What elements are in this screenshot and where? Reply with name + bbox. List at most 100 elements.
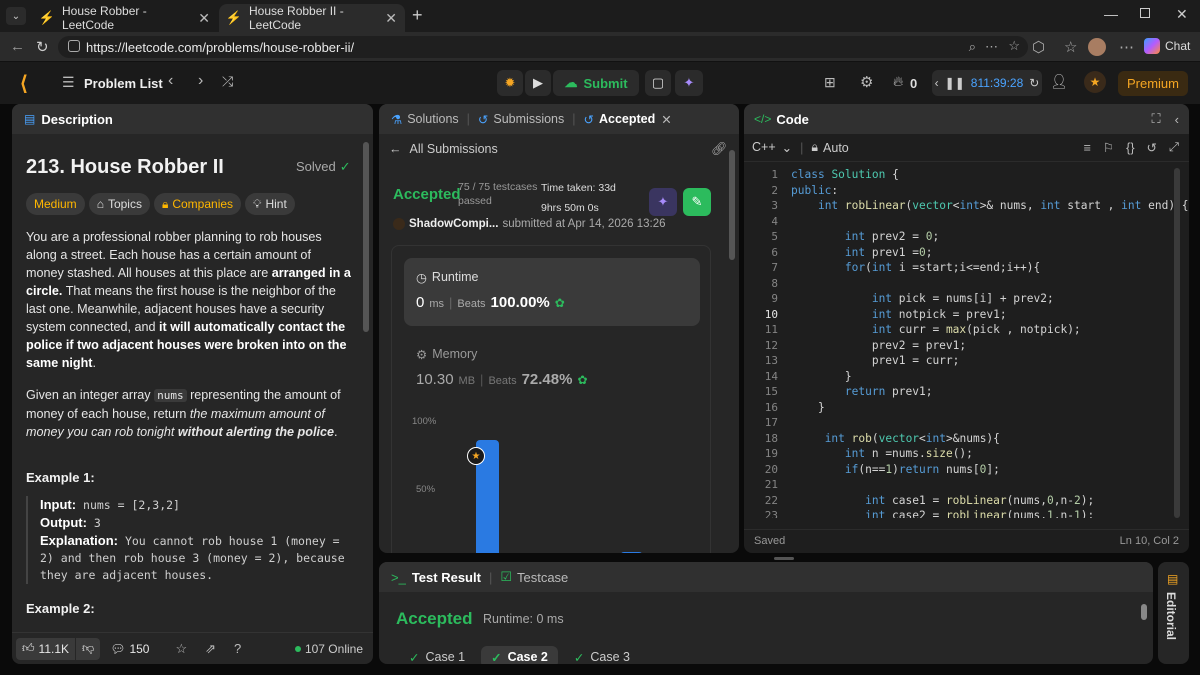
submissions-scrollbar[interactable] bbox=[729, 150, 735, 260]
code-line[interactable]: int rob(vector<int>&nums){ bbox=[791, 432, 1000, 448]
maximize-button[interactable] bbox=[1140, 8, 1150, 18]
close-tab-icon[interactable]: ✕ bbox=[385, 10, 397, 27]
close-window-button[interactable]: ✕ bbox=[1176, 6, 1188, 23]
code-line[interactable]: return prev1; bbox=[791, 385, 933, 401]
code-line[interactable]: int pick = nums[i] + prev2; bbox=[791, 292, 1054, 308]
profile-avatar[interactable] bbox=[1088, 38, 1106, 56]
browser-tab-house-robber[interactable]: ⚡ House Robber - LeetCode ✕ bbox=[32, 4, 218, 32]
timer-back-icon[interactable]: ‹ bbox=[935, 76, 939, 90]
add-user-icon[interactable]: 👤︎ bbox=[1050, 73, 1068, 90]
close-tab-icon[interactable]: ✕ bbox=[661, 112, 671, 127]
ai-assist-button[interactable]: ✦ bbox=[675, 70, 703, 96]
braces-icon[interactable]: {} bbox=[1126, 141, 1134, 155]
autocomplete-mode[interactable]: Auto bbox=[823, 141, 849, 155]
all-submissions-link[interactable]: ← All Submissions bbox=[389, 142, 498, 156]
chart-bar[interactable] bbox=[620, 551, 643, 553]
back-arrow-icon[interactable]: ← bbox=[10, 38, 25, 55]
copilot-chat-button[interactable]: Chat bbox=[1144, 38, 1190, 54]
help-icon[interactable]: ? bbox=[234, 641, 241, 656]
tab-testcase[interactable]: Testcase bbox=[517, 570, 568, 585]
prev-problem-icon[interactable]: ‹ bbox=[168, 72, 173, 90]
zoom-icon[interactable]: ⌕ bbox=[969, 39, 976, 55]
favorite-star-icon[interactable]: ☆ bbox=[1008, 38, 1020, 54]
companies-chip[interactable]: 🔒︎ Companies bbox=[153, 193, 242, 215]
format-icon[interactable]: ≡ bbox=[1084, 141, 1091, 155]
code-line[interactable]: int robLinear(vector<int>& nums, int sta… bbox=[791, 199, 1189, 215]
like-button[interactable]: 👍︎ 11.1K bbox=[16, 637, 76, 660]
code-line[interactable]: int prev2 = 0; bbox=[791, 230, 939, 246]
ai-analyze-button[interactable]: ✦ bbox=[649, 188, 677, 216]
tab-submissions[interactable]: Submissions bbox=[493, 112, 564, 126]
reload-icon[interactable]: ↻ bbox=[36, 38, 49, 56]
leetcode-logo[interactable]: ⟨ bbox=[20, 71, 28, 96]
favorites-icon[interactable]: ☆ bbox=[1064, 38, 1077, 56]
link-icon[interactable]: 🔗︎ bbox=[711, 141, 728, 157]
share-icon[interactable]: ⇗ bbox=[205, 641, 216, 657]
editor-scrollbar[interactable] bbox=[1174, 168, 1180, 518]
fullscreen-icon[interactable]: ⤢ bbox=[1169, 140, 1179, 155]
streak-flame-icon[interactable]: 🔥︎ bbox=[893, 73, 903, 90]
panel-resize-handle[interactable] bbox=[774, 557, 794, 560]
editorial-side-tab[interactable]: ▤ Editorial bbox=[1158, 562, 1189, 664]
hint-chip[interactable]: 💡︎ Hint bbox=[245, 193, 295, 215]
user-avatar[interactable]: ★ bbox=[1084, 71, 1106, 93]
maximize-icon[interactable]: ⛶ bbox=[1152, 111, 1161, 127]
url-input[interactable]: https://leetcode.com/problems/house-robb… bbox=[58, 36, 1028, 58]
code-line[interactable]: } bbox=[791, 401, 825, 417]
code-line[interactable]: public: bbox=[791, 184, 838, 200]
extensions-icon[interactable]: ⬡ bbox=[1032, 38, 1045, 56]
dislike-button[interactable]: 👎︎ bbox=[76, 637, 101, 660]
code-line[interactable]: for(int i =start;i<=end;i++){ bbox=[791, 261, 1040, 277]
description-scrollbar[interactable] bbox=[363, 142, 369, 332]
minimize-button[interactable]: — bbox=[1104, 6, 1118, 22]
site-info-icon[interactable] bbox=[68, 40, 80, 52]
code-line[interactable]: prev1 = curr; bbox=[791, 354, 960, 370]
difficulty-badge[interactable]: Medium bbox=[26, 193, 85, 215]
code-line[interactable]: if(n==1)return nums[0]; bbox=[791, 463, 1000, 479]
memory-card[interactable]: ⚙ Memory 10.30 MB | Beats 72.48% ✿ bbox=[404, 336, 700, 396]
edit-solution-button[interactable]: ✎ bbox=[683, 188, 711, 216]
code-line[interactable]: int case2 = robLinear(nums,1,n-1); bbox=[791, 509, 1094, 518]
run-button[interactable]: ▶ bbox=[525, 70, 551, 96]
reset-icon[interactable]: ↺ bbox=[1147, 140, 1157, 155]
code-line[interactable]: int case1 = robLinear(nums,0,n-2); bbox=[791, 494, 1094, 510]
tab-accepted[interactable]: Accepted bbox=[599, 112, 655, 126]
shuffle-icon[interactable]: ⤮ bbox=[222, 73, 233, 90]
code-line[interactable]: int prev1 =0; bbox=[791, 246, 933, 262]
timer-reset-icon[interactable]: ↻ bbox=[1029, 76, 1039, 90]
code-tab[interactable]: Code bbox=[776, 112, 809, 127]
problem-list-link[interactable]: Problem List bbox=[84, 76, 163, 91]
pause-icon[interactable]: ❚❚ bbox=[945, 76, 965, 90]
code-line[interactable]: int n =nums.size(); bbox=[791, 447, 973, 463]
language-select[interactable]: C++ ⌄ bbox=[752, 140, 792, 155]
comments-button[interactable]: 💬︎ 150 bbox=[110, 642, 149, 656]
layout-icon[interactable]: ⊞ bbox=[824, 74, 836, 91]
tab-menu-button[interactable]: ⌄ bbox=[6, 7, 26, 25]
code-line[interactable]: class Solution { bbox=[791, 168, 899, 184]
tab-test-result[interactable]: Test Result bbox=[412, 570, 481, 585]
code-line[interactable]: prev2 = prev1; bbox=[791, 339, 966, 355]
settings-more-icon[interactable]: ⋯ bbox=[1119, 38, 1134, 56]
bookmark-icon[interactable]: ⚐ bbox=[1103, 140, 1114, 155]
code-line[interactable]: int notpick = prev1; bbox=[791, 308, 1007, 324]
topics-chip[interactable]: ⌂ Topics bbox=[88, 193, 150, 215]
tab-solutions[interactable]: Solutions bbox=[407, 112, 458, 126]
premium-button[interactable]: Premium bbox=[1118, 71, 1188, 96]
username[interactable]: ShadowCompi... bbox=[409, 218, 498, 230]
favorite-star-icon[interactable]: ☆ bbox=[175, 641, 187, 657]
code-line[interactable]: } bbox=[791, 370, 852, 386]
close-tab-icon[interactable]: ✕ bbox=[198, 10, 210, 27]
result-scrollbar[interactable] bbox=[1141, 604, 1147, 620]
submit-button[interactable]: ☁ Submit bbox=[553, 70, 639, 96]
collapse-icon[interactable]: ‹ bbox=[1175, 112, 1179, 127]
description-tab[interactable]: Description bbox=[41, 112, 113, 127]
more-icon[interactable]: ⋯ bbox=[985, 39, 998, 55]
case-tab-3[interactable]: ✓ Case 3 bbox=[564, 646, 640, 664]
case-tab-2[interactable]: ✓ Case 2 bbox=[481, 646, 558, 664]
code-line[interactable]: int curr = max(pick , notpick); bbox=[791, 323, 1081, 339]
code-editor[interactable]: 1 class Solution {2 public: 3 int robLinear… bbox=[744, 168, 1189, 518]
new-tab-button[interactable]: + bbox=[412, 5, 423, 26]
notes-button[interactable]: ▢ bbox=[645, 70, 671, 96]
debug-button[interactable]: ✹ bbox=[497, 70, 523, 96]
next-problem-icon[interactable]: › bbox=[198, 72, 203, 90]
